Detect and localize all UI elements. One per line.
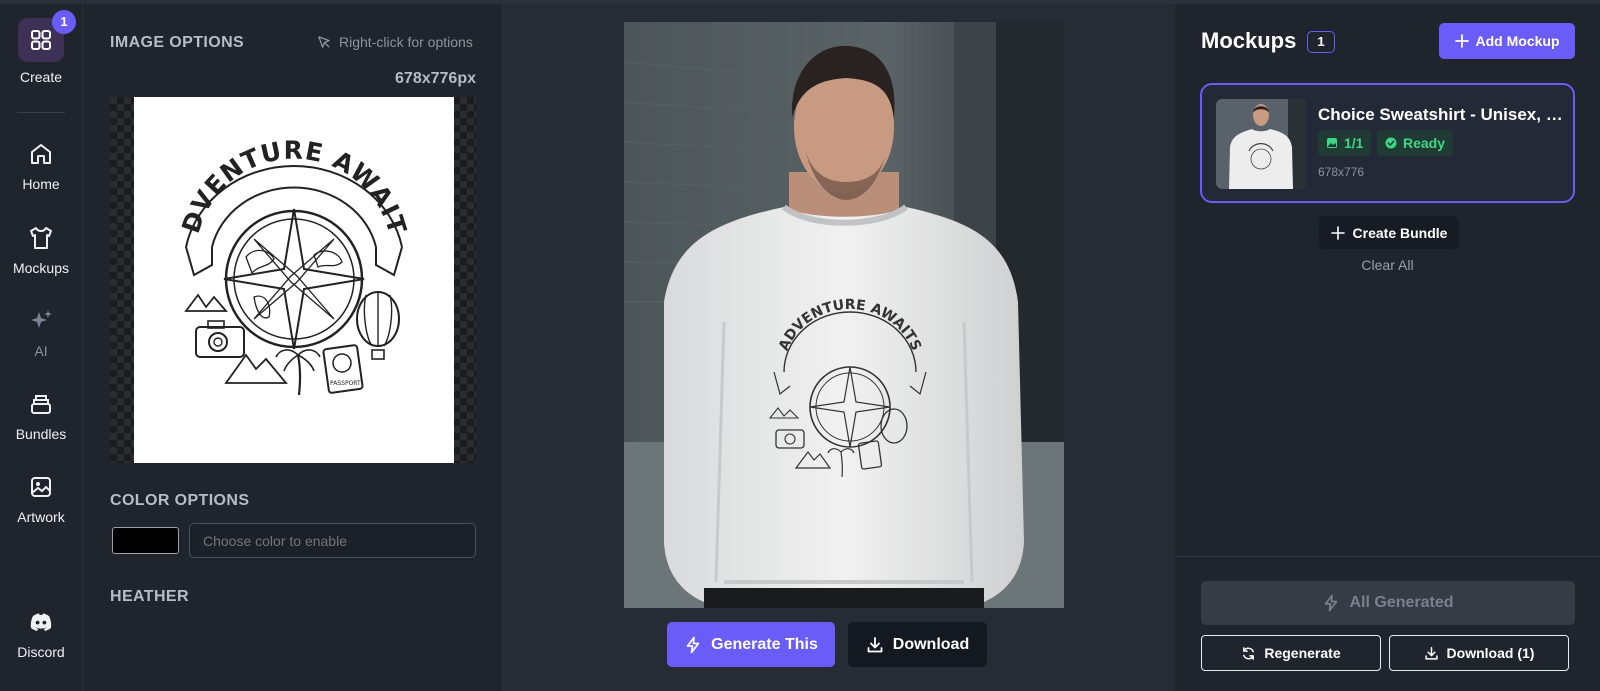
color-options-title: COLOR OPTIONS [110,492,250,509]
refresh-icon [1243,646,1255,660]
nav-mockups[interactable]: Mockups [0,224,82,276]
create-bundle-label: Create Bundle [1352,224,1448,241]
download-icon [867,636,883,652]
progress-text: 1/1 [1344,135,1364,151]
nav-ai[interactable]: AI [0,307,82,359]
lightning-icon [686,636,700,653]
left-nav: 1 Create Home Mockups AI Bundles Artwork… [0,4,83,691]
image-options-panel: IMAGE OPTIONS Right-click for options 67… [83,4,503,691]
add-mockup-button[interactable]: Add Mockup [1439,23,1575,59]
nav-discord[interactable]: Discord [0,608,82,660]
regenerate-button[interactable]: Regenerate [1201,635,1381,671]
stack-icon [31,395,51,414]
color-input[interactable] [189,523,476,558]
color-swatch[interactable] [112,527,179,554]
discord-icon [30,613,52,631]
regenerate-label: Regenerate [1264,645,1341,661]
panel-divider [1175,556,1600,557]
home-icon [31,144,51,164]
create-bundle-button[interactable]: Create Bundle [1319,216,1459,249]
nav-bundles[interactable]: Bundles [0,390,82,442]
mockups-panel: Mockups 1 Add Mockup Choice Sweatshirt -… [1175,4,1600,691]
generate-this-button[interactable]: Generate This [667,622,835,667]
nav-create-label: Create [19,69,63,85]
create-count-badge: 1 [52,10,76,34]
grid-icon [31,30,51,50]
mockup-photo[interactable]: ADVENTURE AWAITS [624,22,1064,608]
progress-badge: 1/1 [1318,130,1372,156]
image-options-title: IMAGE OPTIONS [110,34,245,51]
heather-title: HEATHER [110,588,189,605]
nav-ai-label: AI [34,343,48,359]
artwork-canvas[interactable]: ADVENTURE AWAITS [110,74,476,463]
download-all-label: Download (1) [1446,645,1535,661]
model-sweatshirt-photo: ADVENTURE AWAITS [624,22,1064,608]
mockup-card-name: Choice Sweatshirt - Unisex, Gi... [1318,105,1566,124]
download-label: Download [892,635,970,653]
status-badge: Ready [1377,130,1454,156]
image-dimensions: 678x776px [395,70,476,87]
mockup-card-dims: 678x776 [1318,165,1365,179]
nav-discord-label: Discord [17,644,65,660]
plus-icon [1330,225,1345,240]
sparkles-icon [31,310,52,328]
mockup-card[interactable]: Choice Sweatshirt - Unisex, Gi... 1/1 Re… [1200,83,1575,203]
download-button[interactable]: Download [848,622,987,667]
nav-bundles-label: Bundles [15,426,67,442]
cursor-icon [318,35,330,48]
tshirt-icon [30,227,52,249]
download-icon [1424,646,1438,660]
mockups-count-badge: 1 [1307,31,1335,53]
nav-mockups-label: Mockups [12,260,70,276]
all-generated-button[interactable]: All Generated [1201,581,1575,625]
all-generated-label: All Generated [1349,594,1454,611]
adventure-awaits-artwork: ADVENTURE AWAITS [124,74,411,396]
generate-this-label: Generate This [711,635,818,653]
nav-artwork[interactable]: Artwork [0,473,82,525]
right-click-hint-text: Right-click for options [339,34,473,50]
mockups-title: Mockups [1201,28,1297,53]
right-click-hint: Right-click for options [317,34,473,50]
nav-create[interactable]: 1 Create [0,10,82,85]
nav-artwork-label: Artwork [17,509,65,525]
add-mockup-label: Add Mockup [1475,33,1560,49]
thumbnail-image [1216,99,1306,189]
image-small-icon [1327,138,1337,148]
artwork-preview[interactable]: ADVENTURE AWAITS [124,74,454,463]
image-icon [31,477,51,497]
nav-home[interactable]: Home [0,140,82,192]
passport-text: PASSPORT [330,380,361,387]
plus-icon [1454,34,1469,48]
mockup-preview-area: ADVENTURE AWAITS Generate This Download [503,4,1175,691]
create-button-box[interactable]: 1 [18,10,76,62]
nav-divider [17,112,65,113]
lightning-icon [1325,594,1338,612]
download-all-button[interactable]: Download (1) [1389,635,1569,671]
mockup-thumbnail[interactable] [1216,99,1306,189]
check-circle-icon [1385,137,1397,149]
status-text: Ready [1403,135,1446,151]
nav-home-label: Home [22,176,60,192]
clear-all-link[interactable]: Clear All [1175,257,1600,273]
